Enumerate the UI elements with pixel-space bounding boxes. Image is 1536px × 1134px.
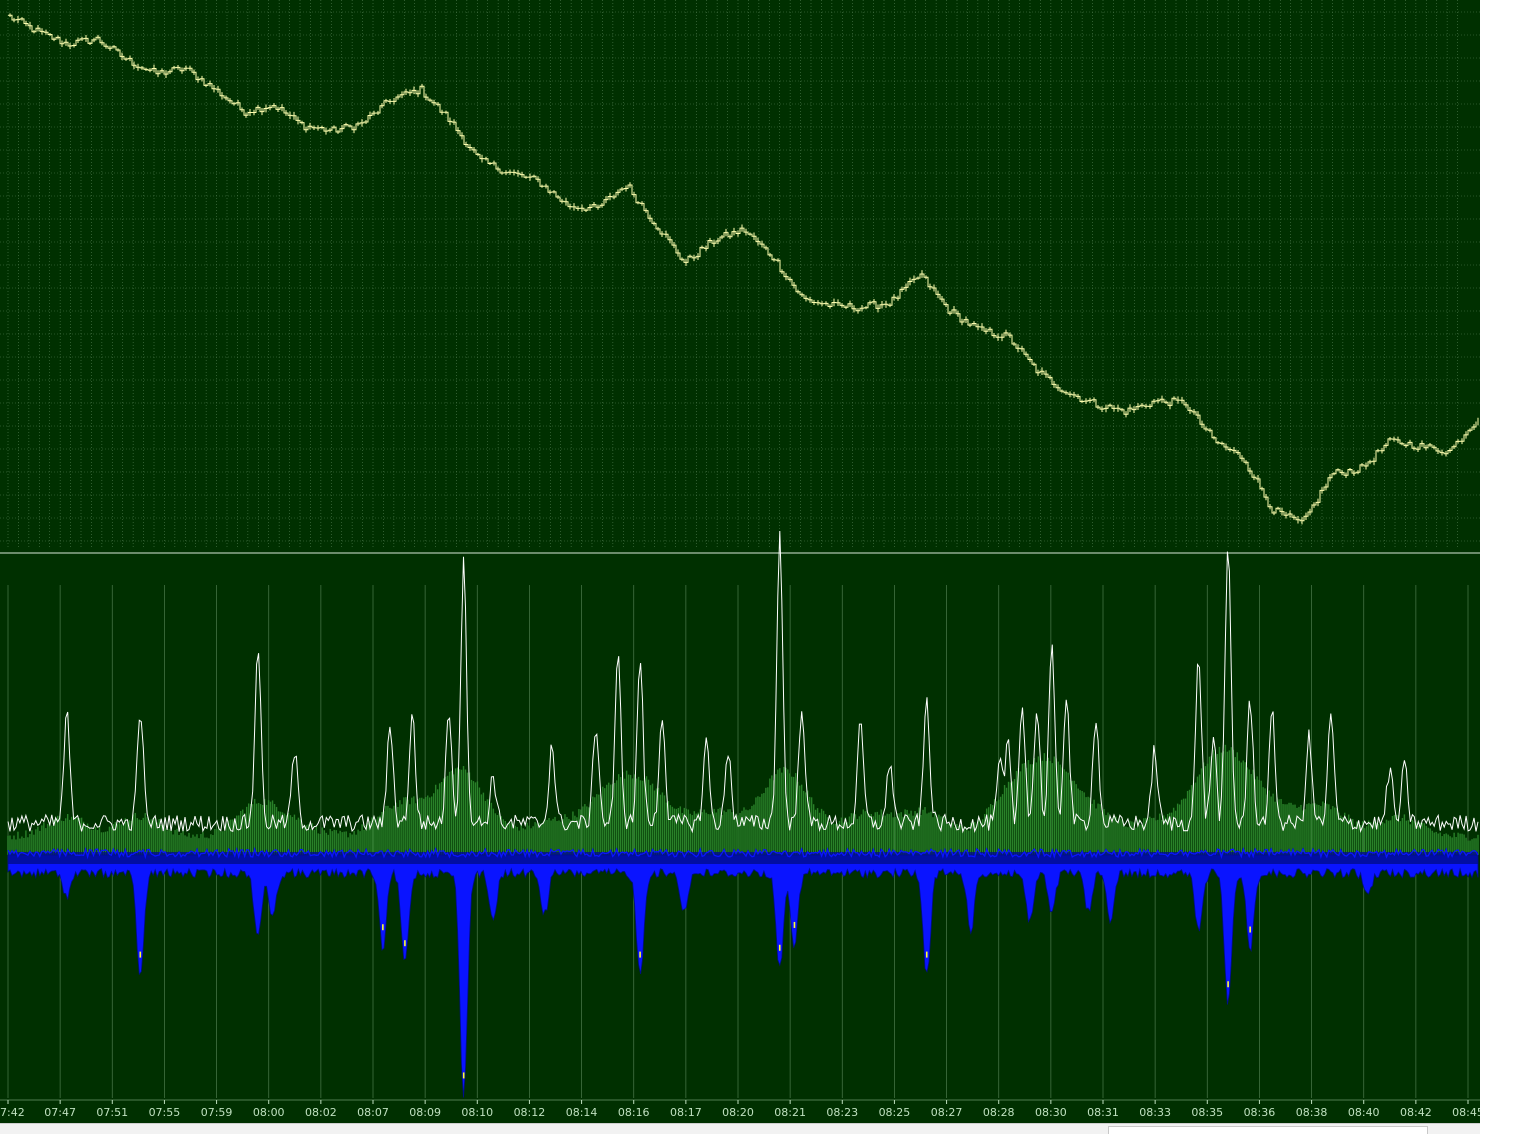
- x-tick-label: 08:28: [983, 1106, 1015, 1119]
- x-tick-label: 08:02: [305, 1106, 337, 1119]
- x-tick-label: 07:51: [96, 1106, 128, 1119]
- x-tick-label: 08:23: [826, 1106, 858, 1119]
- x-tick-label: 08:25: [879, 1106, 911, 1119]
- x-tick-label: 7:42: [0, 1106, 25, 1119]
- x-tick-label: 08:27: [931, 1106, 963, 1119]
- x-tick-label: 08:09: [409, 1106, 441, 1119]
- x-tick-label: 08:00: [253, 1106, 285, 1119]
- chart-background: [0, 0, 1480, 1123]
- x-tick-label: 08:38: [1296, 1106, 1328, 1119]
- x-tick-label: 08:40: [1348, 1106, 1380, 1119]
- x-tick-label: 08:20: [722, 1106, 754, 1119]
- x-tick-label: 08:17: [670, 1106, 702, 1119]
- chart-svg: 7:42 07:47 07:51 07:55 07:59 08:00 08:02 08:07 0…: [0, 0, 1480, 1123]
- x-tick-label: 08:35: [1191, 1106, 1223, 1119]
- x-tick-label: 08:14: [566, 1106, 598, 1119]
- x-tick-label: 08:30: [1035, 1106, 1067, 1119]
- x-tick-label: 08:42: [1400, 1106, 1432, 1119]
- x-tick-label: 07:47: [44, 1106, 76, 1119]
- x-tick-label: 08:21: [774, 1106, 806, 1119]
- x-tick-label: 08:33: [1139, 1106, 1171, 1119]
- blue-baseline-band: [8, 852, 1478, 864]
- x-tick-label: 08:45: [1452, 1106, 1480, 1119]
- x-tick-label: 08:36: [1244, 1106, 1276, 1119]
- x-tick-label: 08:31: [1087, 1106, 1119, 1119]
- chart-area: 7:42 07:47 07:51 07:55 07:59 08:00 08:02 08:07 0…: [0, 0, 1480, 1133]
- x-tick-label: 08:16: [618, 1106, 650, 1119]
- x-tick-label: 08:12: [514, 1106, 546, 1119]
- x-tick-label: 08:10: [461, 1106, 493, 1119]
- x-tick-label: 08:07: [357, 1106, 389, 1119]
- x-tick-label: 07:59: [201, 1106, 233, 1119]
- x-tick-label: 07:55: [149, 1106, 181, 1119]
